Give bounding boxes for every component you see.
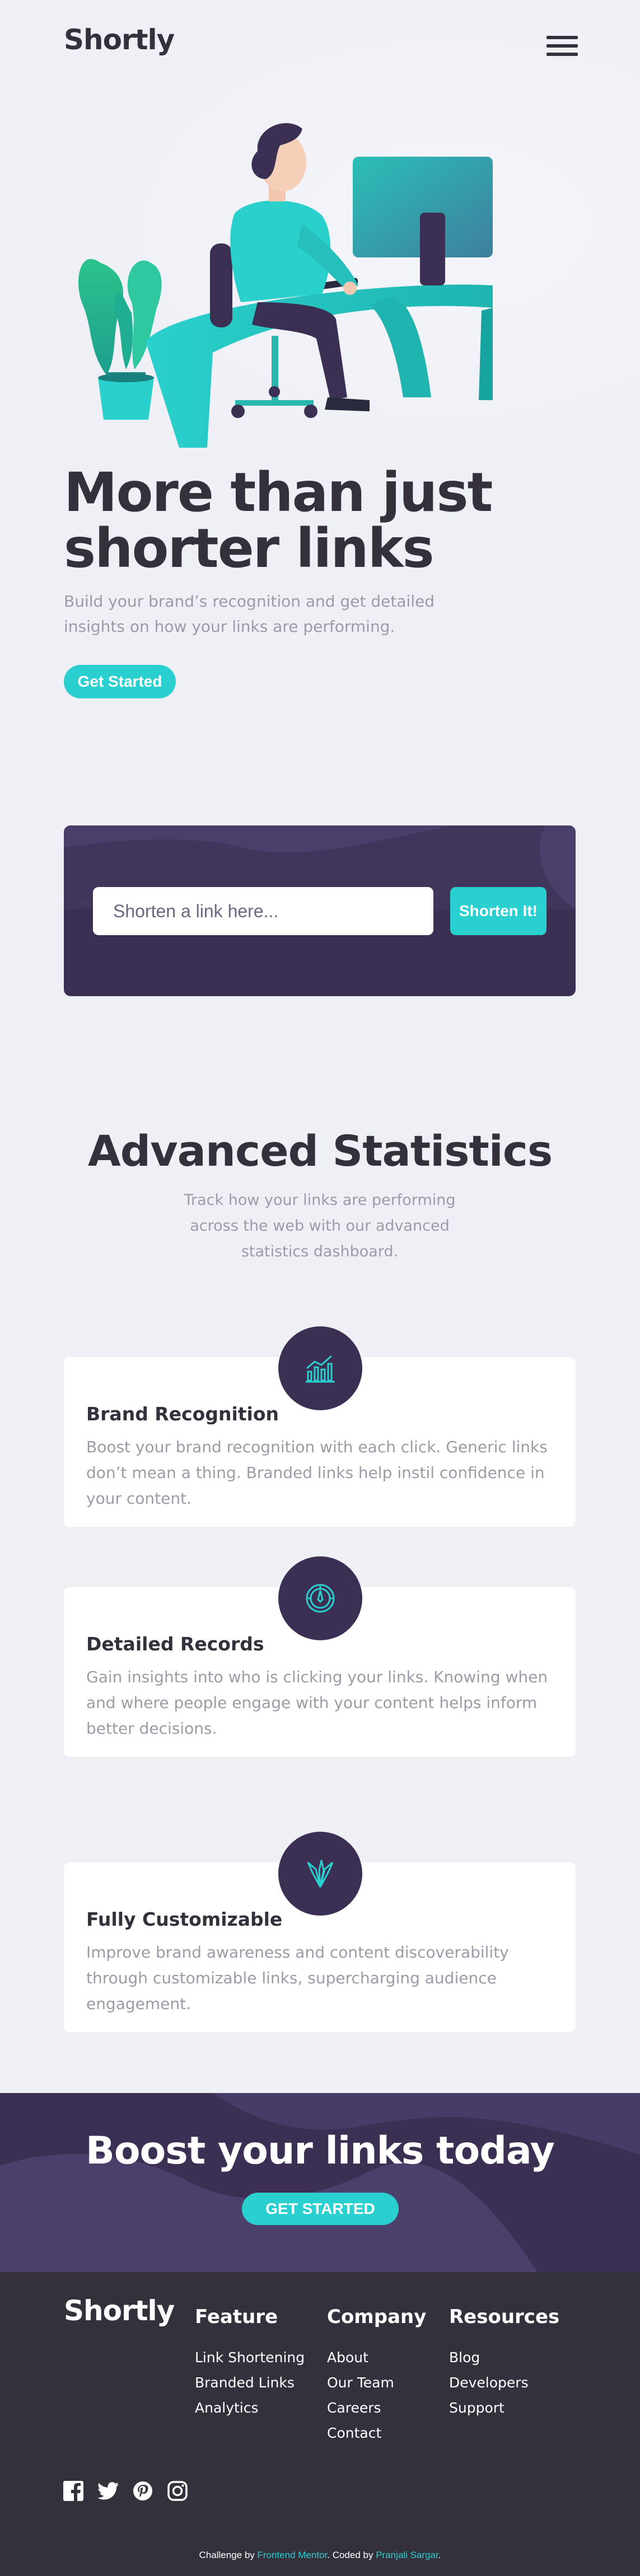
card-text-line: Gain insights into who is clicking your … xyxy=(86,1668,548,1686)
footer-column-heading: Company xyxy=(327,2306,427,2328)
footer-column-resources: Resources Blog Developers Support xyxy=(449,2306,559,2416)
pinterest-icon[interactable] xyxy=(132,2480,153,2502)
frontend-mentor-link[interactable]: Frontend Mentor xyxy=(258,2550,328,2560)
footer-link[interactable]: Contact xyxy=(327,2425,426,2441)
footer-logo[interactable]: Shortly xyxy=(64,2295,175,2327)
hero-title: More than just shorter links xyxy=(64,464,568,576)
fully-customizable-icon xyxy=(278,1832,362,1916)
footer-link[interactable]: Developers xyxy=(449,2375,559,2391)
card-title: Detailed Records xyxy=(86,1633,264,1655)
card-text: Boost your brand recognition with each c… xyxy=(86,1434,557,1512)
card-text-line: your content. xyxy=(86,1489,191,1508)
card-text: Improve brand awareness and content disc… xyxy=(86,1940,557,2017)
attribution-prefix: Challenge by xyxy=(199,2550,258,2560)
attribution-suffix: . xyxy=(438,2550,441,2560)
working-illustration xyxy=(78,123,493,448)
footer-link[interactable]: Analytics xyxy=(195,2400,305,2416)
detailed-records-icon xyxy=(278,1556,362,1640)
card-text-line: and where people engage with your conten… xyxy=(86,1693,538,1712)
card-title: Fully Customizable xyxy=(86,1908,283,1930)
shorten-link-input[interactable] xyxy=(93,887,433,935)
card-text-line: Improve brand awareness and content disc… xyxy=(86,1943,509,1962)
footer-link[interactable]: Support xyxy=(449,2400,559,2416)
stats-subtitle: Track how your links are performing acro… xyxy=(180,1188,460,1265)
facebook-icon[interactable] xyxy=(63,2480,84,2502)
card-text: Gain insights into who is clicking your … xyxy=(86,1664,557,1742)
card-text-line: better decisions. xyxy=(86,1719,217,1738)
boost-background-pattern xyxy=(0,2093,640,2272)
footer-column-heading: Resources xyxy=(449,2306,560,2328)
card-text-line: through customizable links, superchargin… xyxy=(86,1969,497,1987)
stats-subtitle-line: Track how your links are performing xyxy=(184,1191,456,1209)
attribution-middle: . Coded by xyxy=(327,2550,376,2560)
instagram-icon[interactable] xyxy=(167,2480,188,2502)
footer-link[interactable]: Our Team xyxy=(327,2375,426,2391)
shorten-form: Shorten It! xyxy=(64,825,576,996)
card-text-line: don’t mean a thing. Branded links help i… xyxy=(86,1463,545,1482)
card-title: Brand Recognition xyxy=(86,1403,279,1425)
twitter-icon[interactable] xyxy=(97,2480,119,2502)
boost-section: Boost your links today GET STARTED xyxy=(0,2093,640,2272)
footer-column-feature: Feature Link Shortening Branded Links An… xyxy=(195,2306,305,2416)
shorten-it-button[interactable]: Shorten It! xyxy=(450,887,546,935)
hero-subtitle-line: insights on how your links are performin… xyxy=(64,617,395,636)
hero-subtitle-line: Build your brand’s recognition and get d… xyxy=(64,592,435,611)
boost-get-started-button[interactable]: GET STARTED xyxy=(242,2193,399,2225)
author-link[interactable]: Pranjali Sargar xyxy=(376,2550,438,2560)
get-started-button[interactable]: Get Started xyxy=(64,665,176,698)
hamburger-menu-icon[interactable] xyxy=(546,36,578,56)
footer-link[interactable]: Link Shortening xyxy=(195,2349,305,2366)
stats-subtitle-line: across the web with our advanced xyxy=(190,1217,450,1235)
footer-link[interactable]: Blog xyxy=(449,2349,559,2366)
hero-title-line: shorter links xyxy=(64,517,435,580)
footer: Shortly Feature Link Shortening Branded … xyxy=(0,2272,640,2576)
footer-column-company: Company About Our Team Careers Contact xyxy=(327,2306,426,2441)
hero-subtitle: Build your brand’s recognition and get d… xyxy=(64,589,456,639)
footer-column-heading: Feature xyxy=(195,2306,278,2328)
hero-title-line: More than just xyxy=(64,461,493,524)
card-text-line: Boost your brand recognition with each c… xyxy=(86,1438,548,1456)
brand-recognition-icon xyxy=(278,1326,362,1410)
footer-link[interactable]: Branded Links xyxy=(195,2375,305,2391)
site-logo[interactable]: Shortly xyxy=(64,24,175,56)
footer-link[interactable]: About xyxy=(327,2349,426,2366)
stats-subtitle-line: statistics dashboard. xyxy=(241,1243,399,1260)
boost-title: Boost your links today xyxy=(86,2129,555,2173)
card-text-line: engagement. xyxy=(86,1995,191,2013)
stats-title: Advanced Statistics xyxy=(87,1126,553,1176)
footer-link[interactable]: Careers xyxy=(327,2400,426,2416)
attribution: Challenge by Frontend Mentor. Coded by P… xyxy=(0,2550,640,2561)
